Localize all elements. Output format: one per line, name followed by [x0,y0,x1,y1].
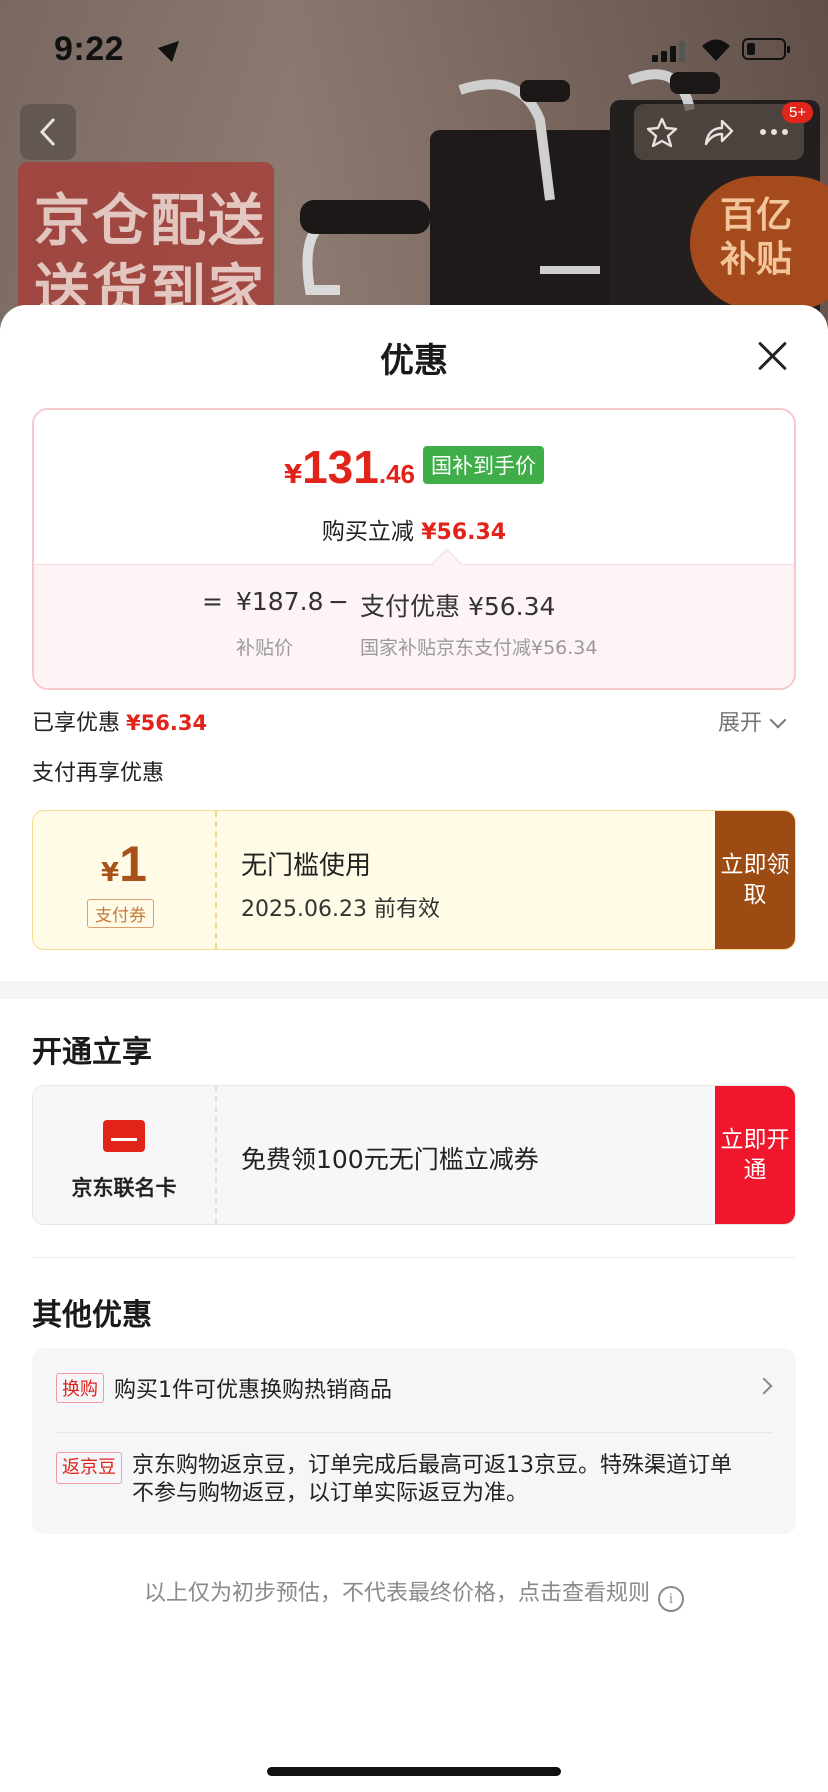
other-offers: 换购 购买1件可优惠换购热销商品 返京豆 京东购物返京豆，订单完成后最高可返13京豆… [32,1348,796,1534]
claim-coupon-button[interactable]: 立即领取 [715,811,795,949]
jingdou-text: 京东购物返京豆，订单完成后最高可返13京豆。特殊渠道订单不参与购物返豆，以订单实… [132,1453,732,1506]
subsidy-line-2: 补贴 [720,239,793,280]
status-bar: 9:22 [0,0,828,96]
share-icon[interactable] [702,116,734,148]
open-section-title: 开通立享 [32,1035,152,1070]
discount-sheet: 优惠 ¥131.46 国补到手价 购买立减 ¥56.34 = ¥187.8 − 支… [0,305,828,1792]
signal-icon [652,40,688,62]
subsidy-price-label: 补贴价 [236,637,294,659]
expand-button[interactable]: 展开 [718,705,787,737]
enjoyed-discount: 已享优惠 ¥56.34 [32,705,207,737]
back-button[interactable] [20,104,76,160]
nav-action-group [634,104,804,160]
rules-note-text: 以上仅为初步预估，不代表最终价格，点击查看规则 [143,1581,650,1606]
status-time: 9:22 [54,30,125,68]
pay-discount: 支付优惠 ¥56.34 [360,592,556,621]
coupon-value: 1 [119,836,147,892]
coupon-type: 支付券 [87,899,154,928]
card-icon [103,1120,145,1152]
reduce-amount: ¥56.34 [421,520,507,545]
trade-in-tag: 换购 [56,1373,104,1403]
reduce-row: 购买立减 ¥56.34 [34,512,794,546]
info-icon[interactable]: i [658,1586,684,1612]
pay-more-title: 支付再享优惠 [32,761,165,786]
coupon-currency: ¥ [101,858,120,888]
enjoyed-label: 已享优惠 [32,711,121,736]
subsidy-badge: 百亿 补贴 [690,176,828,310]
other-divider [56,1432,772,1433]
final-price: ¥131.46 国补到手价 [34,440,794,494]
coupon-date: 2025.06.23 前有效 [241,897,440,922]
sheet-title: 优惠 [380,341,448,381]
other-section-title: 其他优惠 [32,1298,152,1333]
card-panel: 京东联名卡 [33,1086,217,1224]
price-formula: = ¥187.8 − 支付优惠 ¥56.34 补贴价 国家补贴京东支付减¥56.… [34,564,794,688]
trade-in-offer[interactable]: 换购 购买1件可优惠换购热销商品 [56,1372,392,1404]
home-indicator [267,1767,561,1776]
coupon-title: 无门槛使用 [241,851,372,881]
price-top: ¥131.46 国补到手价 购买立减 ¥56.34 [34,410,794,564]
message-badge: 5+ [782,102,814,123]
battery-icon [742,38,790,60]
star-icon[interactable] [646,116,678,148]
cobrand-card-offer: 京东联名卡 免费领100元无门槛立减券 立即开通 [32,1085,796,1225]
reduce-label: 购买立减 [321,519,414,545]
jingdou-tag: 返京豆 [56,1452,122,1484]
enjoyed-amount: ¥56.34 [126,711,208,735]
price-decimal: .46 [378,459,415,489]
chevron-right-icon[interactable] [755,1377,773,1395]
card-desc: 免费领100元无门槛立减券 [241,1145,539,1174]
back-icon [39,117,56,147]
section-divider [0,981,828,999]
jingdou-offer: 返京豆 京东购物返京豆，订单完成后最高可返13京豆。特殊渠道订单不参与购物返豆，以… [56,1452,776,1508]
promo-line-1: 京仓配送 [34,189,266,254]
location-arrow-icon [157,33,187,63]
pay-coupon: ¥1 支付券 无门槛使用 2025.06.23 前有效 立即领取 [32,810,796,950]
price-tag: 国补到手价 [423,446,544,484]
close-icon[interactable] [756,339,788,371]
pay-discount-label: 国家补贴京东支付减¥56.34 [360,637,598,659]
rules-note[interactable]: 以上仅为初步预估，不代表最终价格，点击查看规则 i [0,1575,828,1612]
price-card: ¥131.46 国补到手价 购买立减 ¥56.34 = ¥187.8 − 支付优惠… [32,408,796,690]
trade-in-text: 购买1件可优惠换购热销商品 [114,1378,392,1403]
subsidy-price: ¥187.8 [236,587,324,616]
wifi-icon [702,39,730,61]
expand-label: 展开 [718,711,763,736]
card-name: 京东联名卡 [71,1176,177,1200]
thin-divider [32,1257,796,1258]
open-card-button[interactable]: 立即开通 [715,1086,795,1224]
coupon-amount: ¥1 [33,835,215,893]
subsidy-line-1: 百亿 [720,195,793,236]
chevron-down-icon [769,711,787,729]
minus-sign: − [328,587,349,616]
price-integer: 131 [302,441,379,493]
coupon-value-panel: ¥1 支付券 [33,811,217,949]
equals-sign: = [202,587,223,616]
price-currency: ¥ [284,460,303,490]
product-background: 京仓配送 送货到家 百亿 补贴 9:22 5+ [0,0,828,330]
